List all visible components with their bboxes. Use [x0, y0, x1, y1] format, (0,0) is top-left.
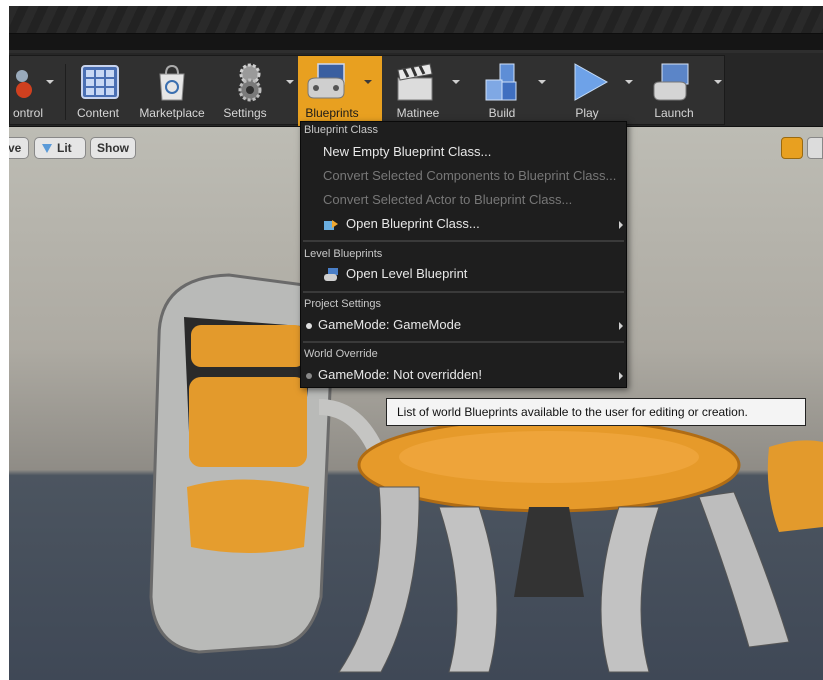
toolbar-label: Build	[488, 106, 516, 120]
rotate-mode-icon[interactable]	[807, 137, 823, 159]
toolbar-label: Content	[76, 106, 120, 120]
toolbar-label: Marketplace	[139, 106, 205, 120]
menu-item-gamemode[interactable]: GameMode: GameMode	[318, 317, 461, 332]
toolbar-build-button[interactable]: Build	[470, 56, 550, 126]
play-triangle-icon	[574, 63, 609, 101]
toolbar-label: Blueprints	[305, 106, 359, 120]
menu-divider	[303, 240, 624, 242]
menu-item-convert-components[interactable]: Convert Selected Components to Blueprint…	[323, 168, 616, 183]
clapperboard-icon	[397, 63, 433, 101]
settings-gears-icon	[238, 63, 262, 102]
menu-divider	[303, 291, 624, 293]
toolbar-label: ontrol	[12, 106, 44, 120]
chevron-down-icon[interactable]	[364, 80, 372, 84]
transform-gizmo-icon[interactable]	[781, 137, 803, 159]
toolbar-label: Launch	[654, 106, 694, 120]
menu-section-level-blueprints: Level Blueprints	[304, 248, 383, 260]
open-blueprint-icon	[324, 220, 338, 230]
toolbar-source-control-button[interactable]: ontrol	[9, 56, 62, 126]
lit-sphere-icon	[42, 144, 52, 153]
blueprints-dropdown-menu: Blueprint Class New Empty Blueprint Clas…	[300, 121, 627, 388]
menu-section-project-settings: Project Settings	[304, 298, 382, 310]
submenu-arrow-icon	[619, 322, 623, 330]
submenu-arrow-icon	[619, 372, 623, 380]
submenu-arrow-icon	[619, 221, 623, 229]
viewport-view-mode-button[interactable]: ve	[9, 137, 29, 159]
title-bar	[9, 6, 823, 33]
toolbar: ontrol Content Marketplace Settings Blue…	[9, 53, 823, 127]
launch-console-icon	[653, 63, 689, 101]
menu-item-new-empty-blueprint-class[interactable]: New Empty Blueprint Class...	[323, 144, 491, 159]
viewport-lit-label: Lit	[57, 141, 72, 155]
toolbar-panel: ontrol Content Marketplace Settings Blue…	[9, 55, 725, 126]
chevron-down-icon[interactable]	[46, 80, 54, 84]
chevron-down-icon[interactable]	[714, 80, 722, 84]
marketplace-bag-icon	[159, 64, 185, 101]
bullet-icon	[306, 373, 312, 379]
viewport-lit-button[interactable]: Lit	[34, 137, 86, 159]
menu-section-blueprint-class: Blueprint Class	[304, 124, 378, 136]
menu-item-label: Open Level Blueprint	[346, 266, 468, 281]
menu-item-convert-actor[interactable]: Convert Selected Actor to Blueprint Clas…	[323, 192, 572, 207]
menu-item-open-level-blueprint[interactable]: Open Level Blueprint	[323, 266, 623, 284]
toolbar-play-button[interactable]: Play	[555, 56, 635, 126]
tab-strip	[9, 33, 823, 53]
level-blueprint-icon	[324, 268, 338, 281]
toolbar-launch-button[interactable]: Launch	[640, 56, 724, 126]
chevron-down-icon[interactable]	[538, 80, 546, 84]
editor-window: ontrol Content Marketplace Settings Blue…	[9, 6, 823, 680]
bullet-icon	[306, 323, 312, 329]
tooltip: List of world Blueprints available to th…	[386, 398, 806, 426]
chevron-down-icon[interactable]	[286, 80, 294, 84]
chevron-down-icon[interactable]	[625, 80, 633, 84]
menu-item-label: Open Blueprint Class...	[346, 216, 480, 231]
toolbar-marketplace-button[interactable]: Marketplace	[130, 56, 214, 126]
toolbar-label: Matinee	[396, 106, 440, 120]
viewport-show-button[interactable]: Show	[90, 137, 136, 159]
menu-item-gamemode-override[interactable]: GameMode: Not overridden!	[318, 367, 482, 382]
chevron-down-icon[interactable]	[452, 80, 460, 84]
toolbar-settings-button[interactable]: Settings	[218, 56, 300, 126]
toolbar-divider	[65, 64, 66, 120]
toolbar-label: Settings	[223, 106, 267, 120]
menu-item-open-blueprint-class[interactable]: Open Blueprint Class...	[323, 216, 623, 234]
menu-divider	[303, 341, 624, 343]
blueprints-gamepad-icon	[307, 63, 345, 99]
content-browser-icon	[81, 65, 119, 99]
menu-section-world-override: World Override	[304, 348, 378, 360]
toolbar-content-button[interactable]: Content	[70, 56, 126, 126]
build-blocks-icon	[485, 63, 517, 101]
toolbar-label: Play	[575, 106, 599, 120]
toolbar-matinee-button[interactable]: Matinee	[386, 56, 466, 126]
toolbar-blueprints-button[interactable]: Blueprints	[298, 56, 382, 126]
